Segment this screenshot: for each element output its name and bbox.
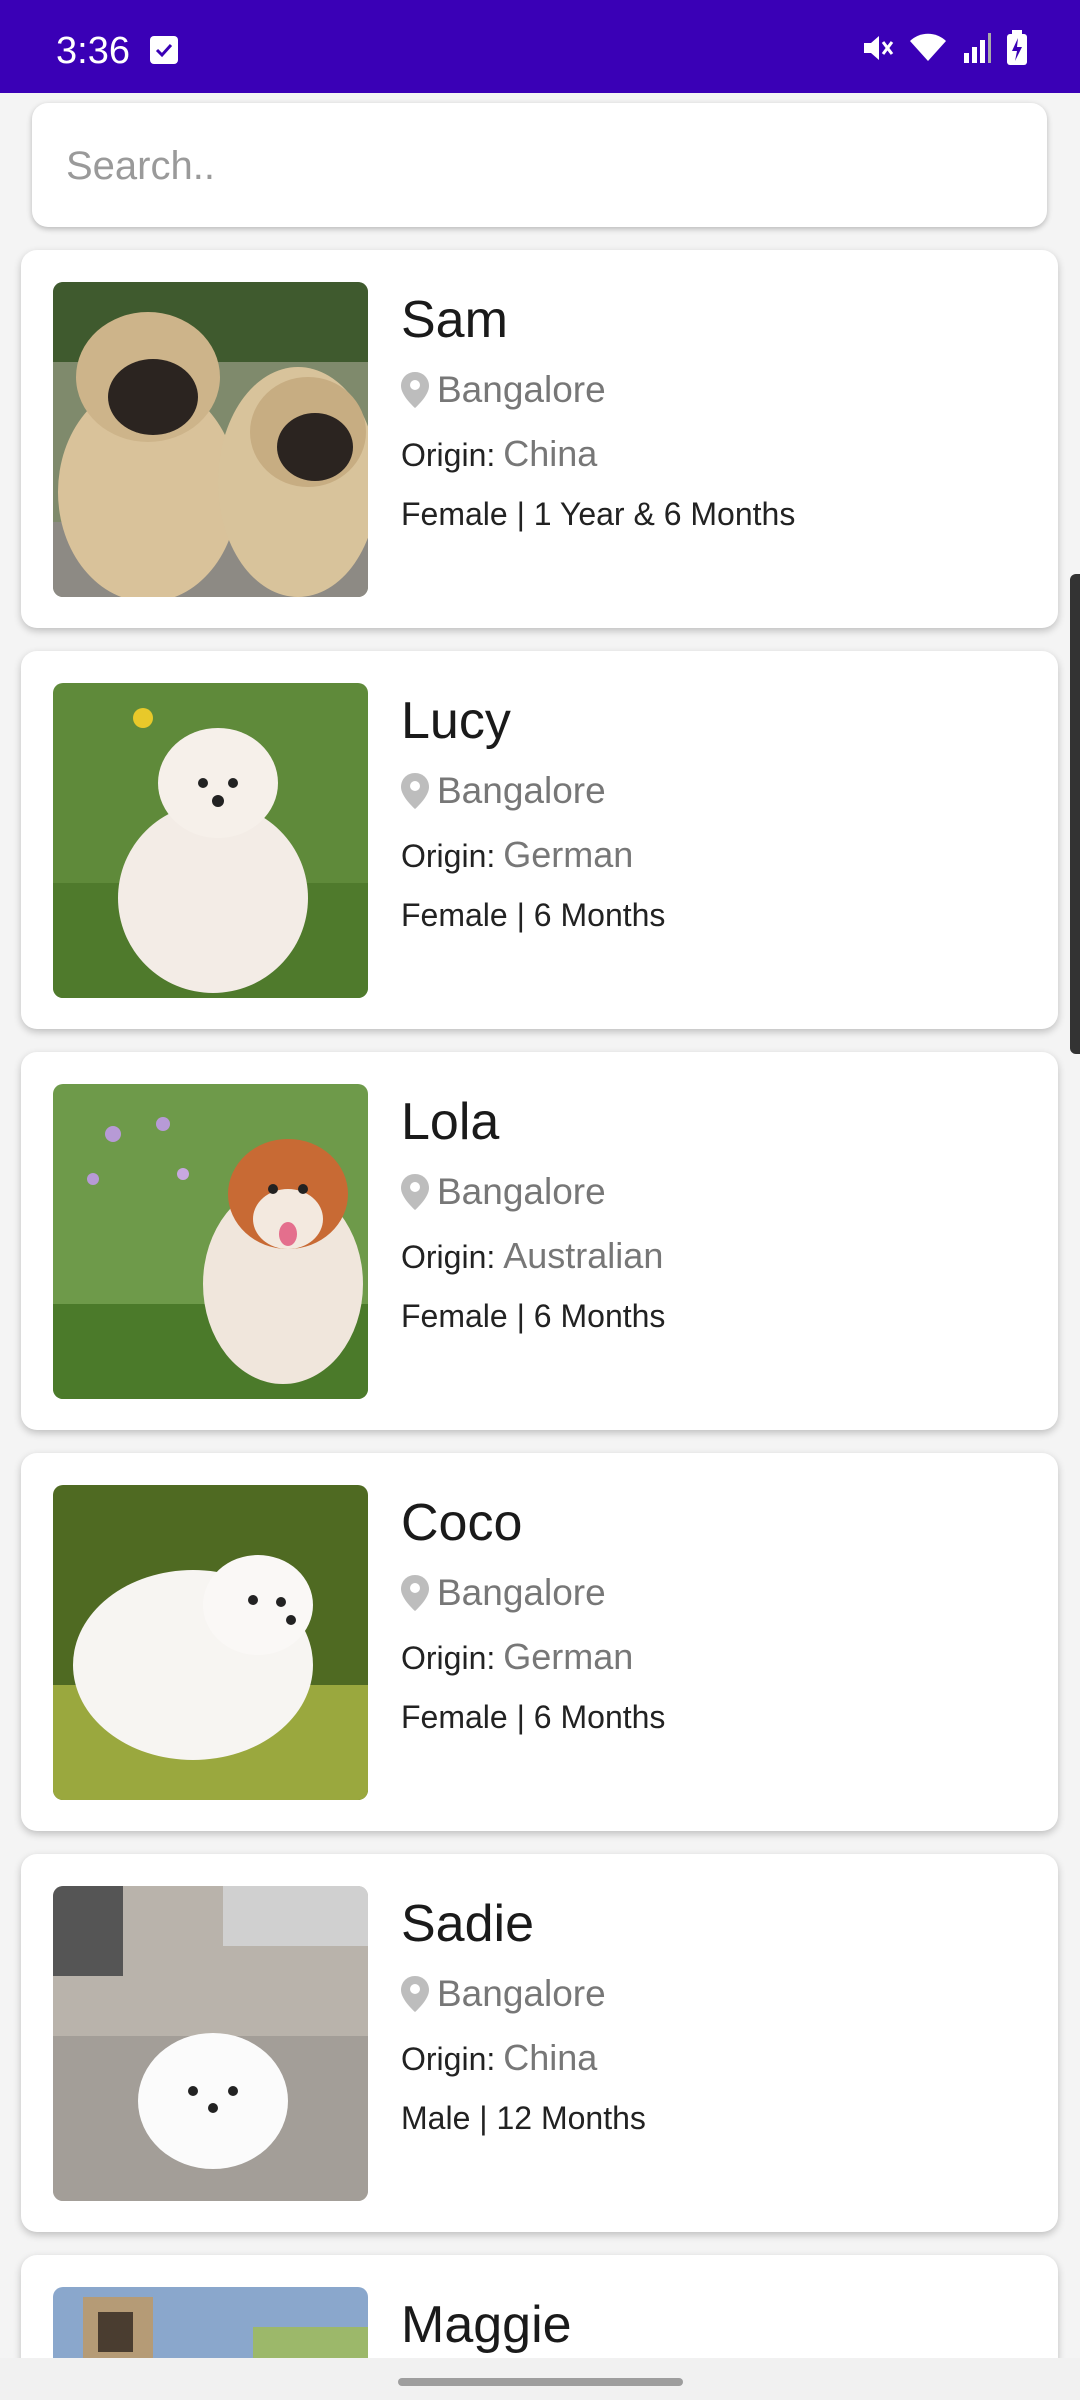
signal-icon xyxy=(962,31,992,70)
mute-icon xyxy=(860,31,894,70)
pet-photo xyxy=(53,683,368,998)
origin-label: Origin: xyxy=(401,838,496,874)
search-box[interactable] xyxy=(32,103,1047,229)
pet-card[interactable]: Coco Bangalore Origin: German Female | 6 … xyxy=(21,1453,1058,1831)
pet-card[interactable]: Sam Bangalore Origin: China Female | 1 Ye… xyxy=(21,250,1058,628)
status-time: 3:36 xyxy=(56,30,130,72)
pet-name: Maggie xyxy=(401,2296,572,2354)
status-bar: 3:36 xyxy=(0,0,1080,93)
pet-location: Bangalore xyxy=(401,1165,1021,1219)
scrollbar-thumb[interactable] xyxy=(1070,574,1080,1054)
pet-card[interactable]: Lucy Bangalore Origin: German Female | 6 … xyxy=(21,651,1058,1029)
pet-photo xyxy=(53,1084,368,1399)
pet-card[interactable]: Maggie xyxy=(21,2255,1058,2365)
location-pin-icon xyxy=(401,1174,429,1210)
pet-details: Female | 6 Months xyxy=(401,897,666,933)
location-text: Bangalore xyxy=(437,770,606,811)
home-handle[interactable] xyxy=(398,2378,683,2386)
pet-location: Bangalore xyxy=(401,764,1021,818)
pet-details: Female | 6 Months xyxy=(401,1699,666,1735)
pet-location: Bangalore xyxy=(401,1967,1021,2021)
origin-value: China xyxy=(503,2037,598,2078)
location-text: Bangalore xyxy=(437,1572,606,1613)
location-text: Bangalore xyxy=(437,1973,606,2014)
battery-charging-icon xyxy=(1006,30,1028,71)
pet-details: Female | 6 Months xyxy=(401,1298,666,1334)
location-text: Bangalore xyxy=(437,369,606,410)
pet-photo xyxy=(53,2287,368,2365)
pet-location: Bangalore xyxy=(401,363,1021,417)
status-icons xyxy=(860,30,1028,71)
pet-photo xyxy=(53,1886,368,2201)
location-pin-icon xyxy=(401,773,429,809)
pet-name: Sadie xyxy=(401,1895,534,1953)
origin-value: German xyxy=(503,834,634,875)
pet-details: Male | 12 Months xyxy=(401,2100,646,2136)
pet-origin: Origin: China xyxy=(401,2031,1021,2085)
search-input[interactable] xyxy=(64,103,1008,229)
pet-origin: Origin: German xyxy=(401,1630,1021,1684)
pet-name: Sam xyxy=(401,291,508,349)
checkbox-notification-icon xyxy=(150,36,178,64)
location-pin-icon xyxy=(401,1575,429,1611)
pet-photo xyxy=(53,1485,368,1800)
origin-label: Origin: xyxy=(401,1640,496,1676)
pet-origin: Origin: German xyxy=(401,828,1021,882)
origin-label: Origin: xyxy=(401,437,496,473)
pet-card[interactable]: Lola Bangalore Origin: Australian Female … xyxy=(21,1052,1058,1430)
pet-origin: Origin: Australian xyxy=(401,1229,1021,1283)
location-pin-icon xyxy=(401,372,429,408)
pet-card[interactable]: Sadie Bangalore Origin: China Male | 12 M… xyxy=(21,1854,1058,2232)
pet-details: Female | 1 Year & 6 Months xyxy=(401,496,796,532)
pet-name: Coco xyxy=(401,1494,523,1552)
origin-label: Origin: xyxy=(401,1239,496,1275)
pet-photo xyxy=(53,282,368,597)
origin-value: China xyxy=(503,433,598,474)
origin-value: Australian xyxy=(503,1235,664,1276)
location-text: Bangalore xyxy=(437,1171,606,1212)
navigation-bar xyxy=(0,2358,1080,2400)
location-pin-icon xyxy=(401,1976,429,2012)
pet-location: Bangalore xyxy=(401,1566,1021,1620)
origin-label: Origin: xyxy=(401,2041,496,2077)
wifi-icon xyxy=(908,31,948,70)
pet-name: Lola xyxy=(401,1093,500,1151)
pet-name: Lucy xyxy=(401,692,511,750)
pet-origin: Origin: China xyxy=(401,427,1021,481)
origin-value: German xyxy=(503,1636,634,1677)
